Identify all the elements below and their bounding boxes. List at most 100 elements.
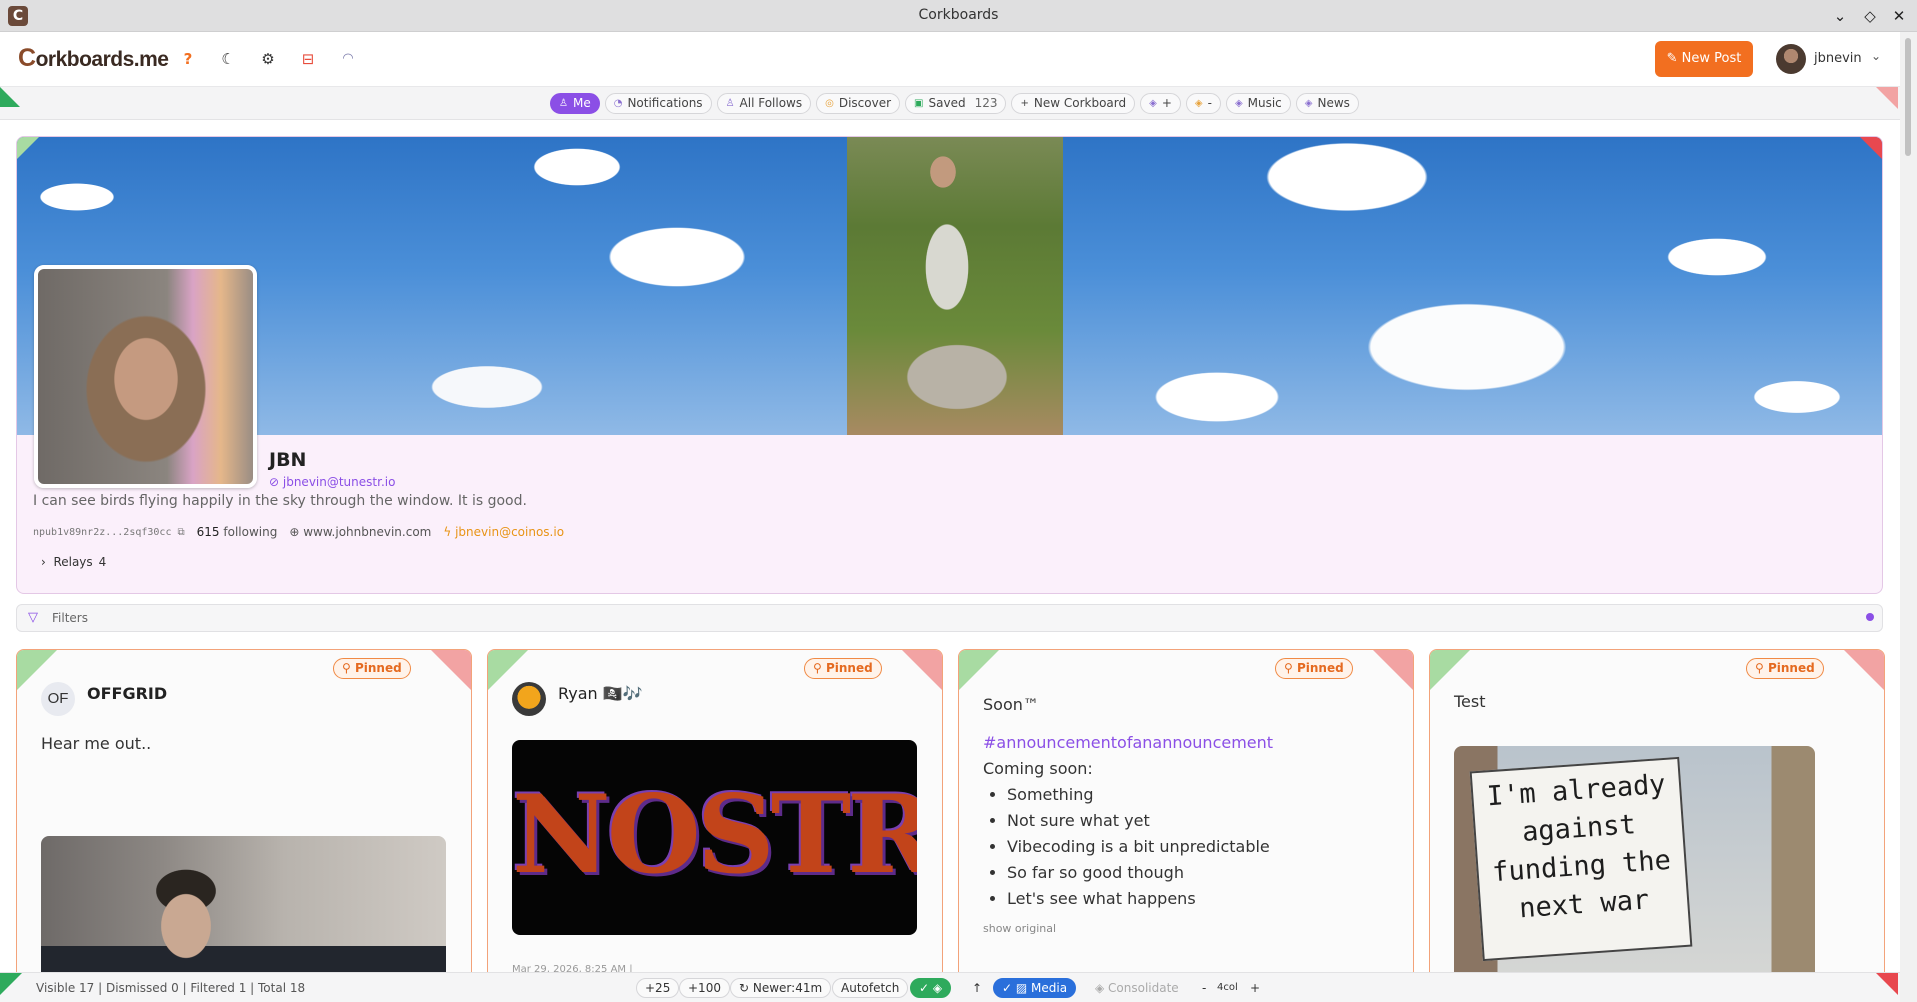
wifi-icon[interactable]: ◠ [337,48,359,70]
feed-stats: Visible 17 | Dismissed 0 | Filtered 1 | … [36,981,306,995]
diamond-icon[interactable]: ◇ [1859,5,1881,27]
author-avatar[interactable] [512,682,546,716]
tab-news[interactable]: ◈ News [1295,93,1359,114]
bookmark-icon: ▣ [914,98,924,109]
corner-marker [902,650,942,690]
check-icon: ✓ ◈ [919,981,943,995]
layers-icon: ◈ [1234,98,1243,109]
post-list: Something Not sure what yet Vibecoding i… [983,782,1273,912]
pencil-icon: ✎ [1666,51,1682,66]
close-icon[interactable]: ✕ [1888,5,1910,27]
profile-avatar[interactable] [34,265,257,488]
verified-icon: ⊘ [269,475,283,489]
image-icon: ✓ ▨ [1002,981,1032,995]
post-image[interactable]: NOSTR [512,740,917,935]
media-toggle[interactable]: ✓ ▨ Media [993,978,1077,998]
help-icon[interactable]: ? [177,48,199,70]
load-25-button[interactable]: +25 [636,978,680,998]
tab-music[interactable]: ◈ Music [1225,93,1291,114]
hashtag-link[interactable]: #announcementofanannouncement [983,730,1273,756]
avatar [1776,44,1806,74]
gear-icon[interactable]: ⚙ [257,48,279,70]
user-name: jbnevin [1814,51,1862,66]
relays-toggle[interactable]: › Relays 4 [41,555,106,569]
tab-bar: ♙ Me ◔ Notifications ♙ All Follows ◎ Discove… [0,86,1900,120]
chevron-down-icon: ⌄ [1871,49,1882,63]
new-post-button[interactable]: ✎ New Post [1655,41,1753,77]
post-text: Hear me out.. [41,734,152,753]
tab-saved[interactable]: ▣ Saved 123 [905,93,1007,114]
layers-icon: ◈ [1149,98,1157,109]
scrollbar-thumb[interactable] [1905,38,1911,156]
post-card[interactable]: ⚲ Pinned Soon™ #announcementofanannounce… [958,649,1414,1002]
post-card[interactable]: ⚲ Pinned OF OFFGRID Hear me out.. [16,649,472,1002]
tab-layers-remove[interactable]: ◈ - [1185,93,1221,114]
inbox-icon[interactable]: ⊟ [297,48,319,70]
newer-button[interactable]: ↻ Newer:41m [730,978,832,998]
post-title: Test [1454,692,1486,711]
corner-marker [0,87,20,107]
post-title: Soon™ [983,695,1039,714]
tab-notifications[interactable]: ◔ Notifications [604,93,712,114]
layers-icon: ◈ [1095,981,1109,995]
show-original-link[interactable]: show original [983,916,1273,942]
tab-me[interactable]: ♙ Me [550,93,600,114]
tab-all-follows[interactable]: ♙ All Follows [716,93,812,114]
filters-bar[interactable]: ▽ Filters [16,604,1883,632]
autofetch-status[interactable]: ✓ ◈ [910,978,952,998]
pinned-badge: ⚲ Pinned [1746,658,1824,679]
user-icon: ♙ [559,98,568,109]
list-item: So far so good though [1007,860,1273,886]
pinned-badge: ⚲ Pinned [333,658,411,679]
post-card[interactable]: ⚲ Pinned Ryan 🏴‍☠️🎶 NOSTR Mar 29, 2026, … [487,649,943,1002]
pinned-badge: ⚲ Pinned [1275,658,1353,679]
profile-card: JBN ⊘ jbnevin@tunestr.io I can see birds… [16,136,1883,594]
tab-new-corkboard[interactable]: + New Corkboard [1011,93,1136,114]
npub: npub1v89nr2z...2sqf30cc ⧉ [33,526,185,538]
following-count[interactable]: 615 following [197,525,278,539]
compass-icon: ◎ [825,98,834,109]
post-body: Soon™ #announcementofanannouncement Comi… [983,692,1273,942]
website-link[interactable]: ⊕ www.johnbnevin.com [289,525,431,539]
globe-icon: ⊕ [289,525,304,539]
profile-meta: npub1v89nr2z...2sqf30cc ⧉ 615 following … [33,525,564,539]
refresh-icon: ↻ [739,981,753,995]
tab-discover[interactable]: ◎ Discover [816,93,901,114]
corner-marker [1860,137,1882,159]
columns-increase-button[interactable]: + [1241,978,1269,998]
load-100-button[interactable]: +100 [679,978,730,998]
tab-layers-add[interactable]: ◈ + [1140,93,1181,114]
corner-marker [1876,973,1898,995]
author-name[interactable]: Ryan 🏴‍☠️🎶 [558,684,643,703]
logo[interactable]: Corkboards.me [18,44,169,73]
lightning-address[interactable]: ϟ jbnevin@coinos.io [443,525,564,539]
nostr-logo-text: NOSTR [512,772,917,898]
author-avatar[interactable]: OF [41,682,75,716]
chevron-down-icon[interactable]: ⌄ [1829,5,1851,27]
layers-icon: ◈ [1194,98,1203,109]
user-menu[interactable]: jbnevin ⌄ [1776,44,1886,74]
corner-marker [959,650,999,690]
corner-marker [1430,650,1470,690]
autofetch-toggle[interactable]: Autofetch [832,978,909,998]
post-card[interactable]: ⚲ Pinned Test I'm already against fundin… [1429,649,1885,1002]
scroll-top-button[interactable]: ↑ [963,978,991,998]
list-item: Vibecoding is a bit unpredictable [1007,834,1273,860]
post-intro: Coming soon: [983,759,1093,778]
moon-icon[interactable]: ☾ [217,48,239,70]
scrollbar[interactable] [1900,32,1917,1002]
list-item: Let's see what happens [1007,886,1273,912]
post-image[interactable]: I'm already against funding the next war [1454,746,1815,1002]
profile-nip05[interactable]: ⊘ jbnevin@tunestr.io [269,475,395,489]
layers-icon: ◈ [1304,98,1313,109]
protest-sign-text: I'm already against funding the next war [1469,756,1693,962]
status-bar: Visible 17 | Dismissed 0 | Filtered 1 | … [0,972,1900,1002]
corner-marker [1373,650,1413,690]
copy-icon[interactable]: ⧉ [178,527,185,538]
author-name[interactable]: OFFGRID [87,684,167,703]
window-titlebar: C Corkboards ⌄ ◇ ✕ [0,0,1917,32]
corner-marker [1844,650,1884,690]
app-header: Corkboards.me ? ☾ ⚙ ⊟ ◠ ✎ New Post jbnev… [0,32,1900,86]
consolidate-toggle[interactable]: ◈ Consolidate [1086,978,1188,998]
window-title: Corkboards [918,7,999,23]
